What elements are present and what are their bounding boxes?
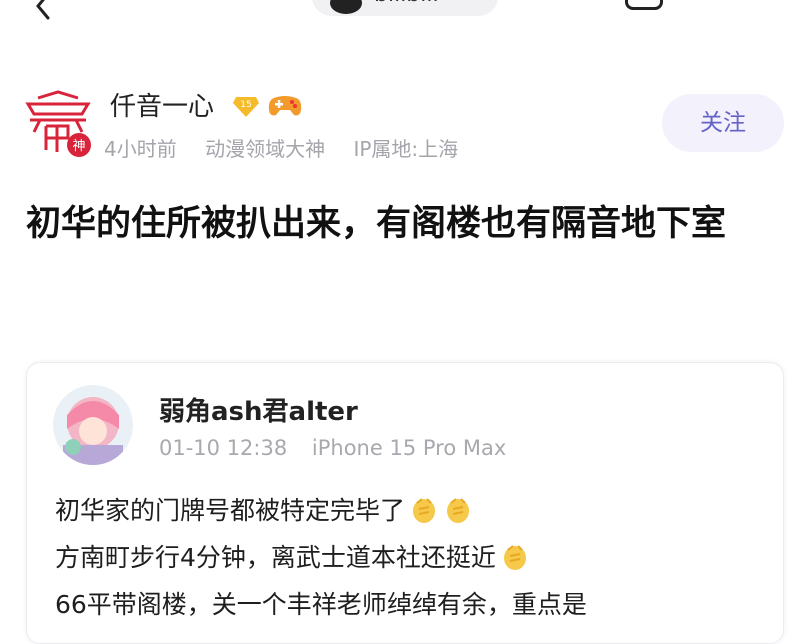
- share-icon[interactable]: [625, 0, 663, 10]
- level-number: 15: [240, 100, 251, 110]
- avatar-badge-text: 神: [72, 139, 85, 154]
- quote-author-name[interactable]: 弱角ash君alter: [159, 391, 358, 428]
- quote-time: 01-10 12:38: [159, 436, 288, 460]
- author-meta: 4小时前 动漫领域大神 IP属地:上海: [104, 133, 480, 162]
- post-time: 4小时前: [104, 137, 177, 161]
- top-navigation-bar: bilibili: [0, 0, 810, 30]
- diamond-level-badge-icon: 15: [233, 97, 259, 117]
- author-name[interactable]: 仟音一心: [110, 86, 214, 123]
- quote-line: 初华家的门牌号都被特定完毕了: [55, 487, 775, 534]
- back-arrow-icon[interactable]: [30, 0, 56, 20]
- quote-meta: 01-10 12:38 iPhone 15 Pro Max: [159, 436, 524, 460]
- quote-device: iPhone 15 Pro Max: [311, 436, 507, 460]
- ip-location: IP属地:上海: [353, 137, 459, 161]
- author-avatar[interactable]: 神: [24, 90, 92, 158]
- bilibili-tab-pill[interactable]: bilibili: [312, 0, 498, 16]
- tab-label: bilibili: [374, 0, 439, 7]
- clapping-hands-emoji: [503, 545, 526, 570]
- follow-button[interactable]: 关注: [662, 94, 784, 152]
- quoted-post-card[interactable]: 弱角ash君alter 01-10 12:38 iPhone 15 Pro Ma…: [26, 362, 784, 644]
- clapping-hands-emoji: [447, 498, 470, 523]
- quote-line: 66平带阁楼，关一个丰祥老师绰绰有余，重点是: [55, 590, 587, 619]
- tab-avatar-icon: [330, 0, 362, 14]
- gamepad-icon: [268, 96, 302, 116]
- quote-author-avatar[interactable]: [53, 385, 133, 465]
- clapping-hands-emoji: [413, 498, 436, 523]
- author-title: 动漫领域大神: [205, 137, 326, 161]
- quote-line: 方南町步行4分钟，离武士道本社还挺近: [55, 534, 775, 581]
- post-title: 初华的住所被扒出来，有阁楼也有隔音地下室: [26, 204, 727, 244]
